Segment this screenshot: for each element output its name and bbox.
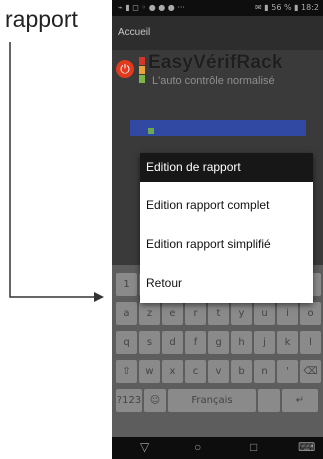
key-bottom-4[interactable]: ↵ [282,389,318,412]
key-1-4[interactable]: t [208,302,229,325]
status-icons-left: ⌁ ▮ ◻ ◦ ● ● ● ··· [118,3,185,12]
status-icons-right: ✉ ▮ 56 % ▮ 18:2 [255,3,319,12]
back-icon[interactable]: ▽ [140,440,149,454]
menu-item-back[interactable]: Retour [146,276,182,290]
key-3-7[interactable]: ' [277,360,298,383]
key-bottom-1[interactable]: ☺ [144,389,166,412]
recent-apps-icon[interactable]: □ [250,440,257,454]
key-3-5[interactable]: b [231,360,252,383]
key-1-5[interactable]: y [231,302,252,325]
key-bottom-3[interactable] [258,389,280,412]
status-bar: ⌁ ▮ ◻ ◦ ● ● ● ··· ✉ ▮ 56 % ▮ 18:2 [112,0,323,16]
band-icon [148,128,154,134]
key-1-3[interactable]: r [185,302,206,325]
key-2-7[interactable]: k [277,331,298,354]
key-1-2[interactable]: e [162,302,183,325]
key-2-8[interactable]: l [300,331,321,354]
menu-item-full-report[interactable]: Edition rapport complet [146,198,269,212]
navigation-bar: ▽ ○ □ ⌨ [112,437,323,459]
report-dialog: Edition de rapport Edition rapport compl… [140,153,313,303]
menu-band [130,120,306,136]
power-icon[interactable]: ⏻ [116,60,134,78]
key-2-1[interactable]: s [139,331,160,354]
key-2-3[interactable]: f [185,331,206,354]
brand-name: EasyVérifRack [148,52,283,73]
key-1-7[interactable]: i [277,302,298,325]
keyboard-switch-icon[interactable]: ⌨ [298,440,315,454]
key-3-4[interactable]: v [208,360,229,383]
page-title: Accueil [118,27,151,38]
annotation-arrow [9,42,104,302]
dialog-title: Edition de rapport [140,153,313,182]
key-1-1[interactable]: z [139,302,160,325]
key-3-2[interactable]: x [162,360,183,383]
key-1-8[interactable]: o [300,302,321,325]
home-icon[interactable]: ○ [194,440,201,454]
phone-screen: ⌁ ▮ ◻ ◦ ● ● ● ··· ✉ ▮ 56 % ▮ 18:2 Accuei… [112,0,323,459]
key-3-3[interactable]: c [185,360,206,383]
key-2-5[interactable]: h [231,331,252,354]
key-2-2[interactable]: d [162,331,183,354]
menu-item-simplified-report[interactable]: Edition rapport simplifié [146,237,271,251]
key-3-0[interactable]: ⇧ [116,360,137,383]
key-1-0[interactable]: a [116,302,137,325]
key-1-6[interactable]: u [254,302,275,325]
key-3-1[interactable]: w [139,360,160,383]
key-3-6[interactable]: n [254,360,275,383]
key-2-0[interactable]: q [116,331,137,354]
key-bottom-2[interactable]: Français [168,389,256,412]
brand-tagline: L'auto contrôle normalisé [152,75,275,87]
arrow-head-icon [94,292,104,302]
key-2-4[interactable]: g [208,331,229,354]
key-3-8[interactable]: ⌫ [300,360,321,383]
logo-icon [139,57,145,83]
app-header: Accueil [112,16,323,50]
key-0-0[interactable]: 1 [116,273,137,296]
key-bottom-0[interactable]: ?123 [116,389,142,412]
key-2-6[interactable]: j [254,331,275,354]
